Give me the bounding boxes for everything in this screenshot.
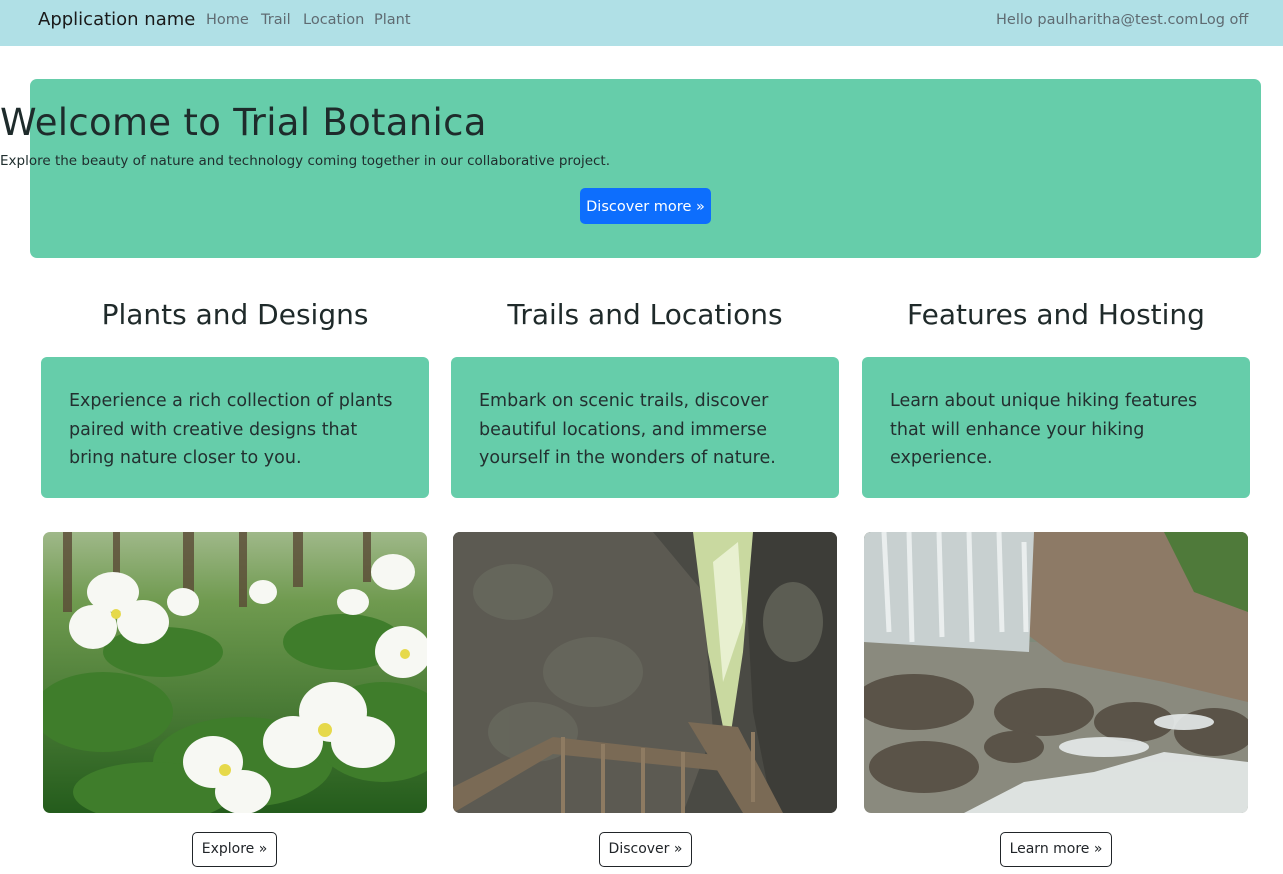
hero-subtitle: Explore the beauty of nature and technol… — [0, 153, 611, 169]
column-heading-features: Features and Hosting — [907, 298, 1205, 331]
nav-link-plant[interactable]: Plant — [374, 12, 411, 28]
column-card-trails: Embark on scenic trails, discover beauti… — [451, 357, 839, 498]
column-heading-plants: Plants and Designs — [101, 298, 369, 331]
brand-link[interactable]: Application name — [38, 9, 195, 30]
column-card-plants: Experience a rich collection of plants p… — [41, 357, 429, 498]
learn-more-button[interactable]: Learn more » — [1000, 832, 1112, 867]
column-text-features: Learn about unique hiking features that … — [890, 391, 1198, 468]
discover-more-button[interactable]: Discover more » — [580, 188, 711, 224]
discover-button[interactable]: Discover » — [599, 832, 692, 867]
trillium-flowers-image — [43, 532, 427, 813]
user-greeting-link[interactable]: Hello paulharitha@test.com! — [996, 12, 1204, 28]
column-text-trails: Embark on scenic trails, discover beauti… — [479, 391, 776, 468]
column-card-features: Learn about unique hiking features that … — [862, 357, 1250, 498]
top-navbar: Application name Home Trail Location Pla… — [0, 0, 1283, 46]
waterfall-image — [864, 532, 1248, 813]
column-text-plants: Experience a rich collection of plants p… — [69, 391, 393, 468]
nav-link-trail[interactable]: Trail — [261, 12, 291, 28]
explore-button[interactable]: Explore » — [192, 832, 277, 867]
hero-title: Welcome to Trial Botanica — [0, 101, 487, 144]
canyon-boardwalk-image — [453, 532, 837, 813]
logoff-link[interactable]: Log off — [1199, 12, 1248, 28]
column-heading-trails: Trails and Locations — [507, 298, 783, 331]
nav-link-location[interactable]: Location — [303, 12, 364, 28]
nav-link-home[interactable]: Home — [206, 12, 249, 28]
